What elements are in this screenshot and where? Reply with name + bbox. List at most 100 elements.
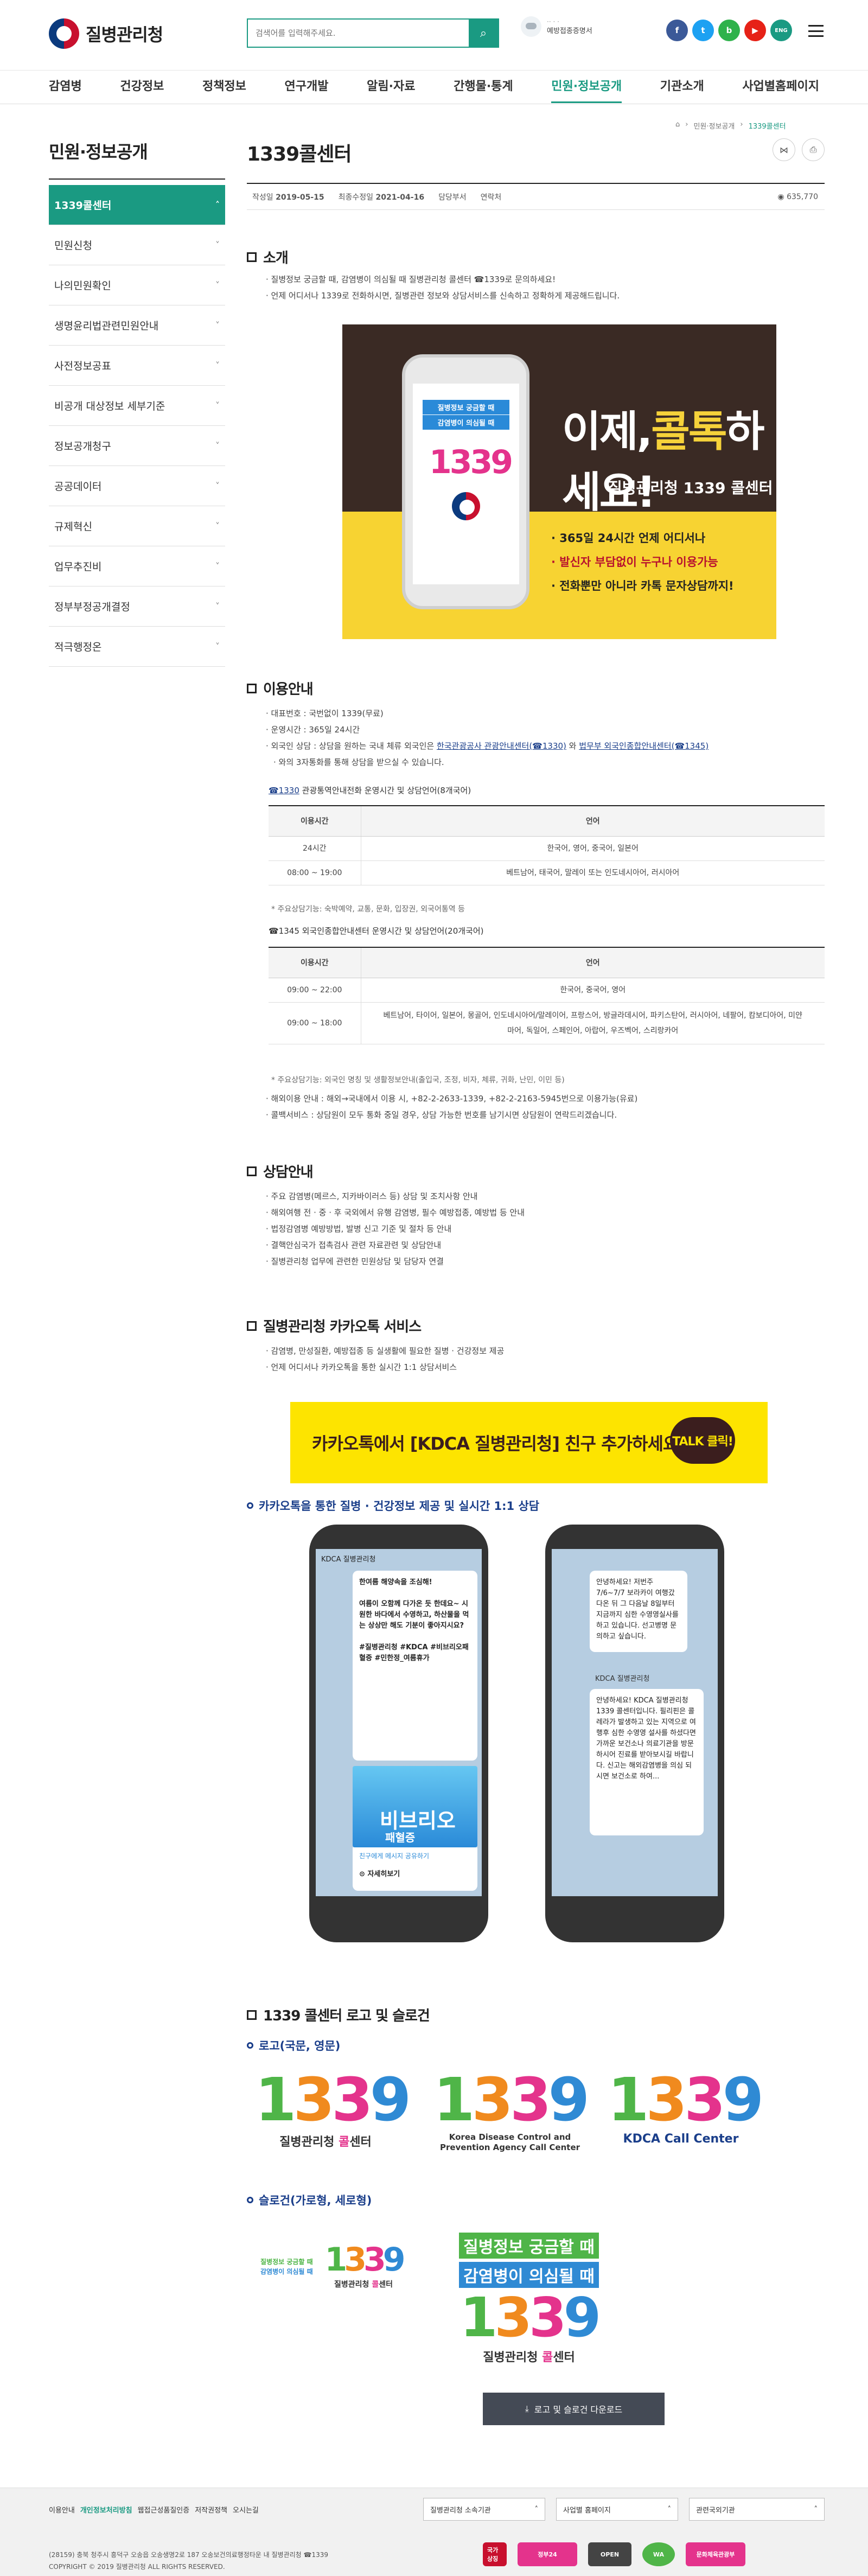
promo-subtitle: 질병관리청 1339 콜센터 xyxy=(608,479,773,497)
youtube-icon[interactable]: ▶ xyxy=(744,20,766,41)
talk-bubble-icon: TALK 클릭! xyxy=(670,1417,735,1464)
logo-kr: 1339 질병관리청 콜센터 xyxy=(255,2065,411,2149)
search-input[interactable] xyxy=(248,20,469,47)
chevron-up-icon: ˄ xyxy=(215,200,220,210)
logo-en: 1339 Korea Disease Control and Prevention… xyxy=(433,2065,590,2152)
twitter-icon[interactable]: t xyxy=(692,20,714,41)
sidebar-item[interactable]: 나의민원확인 ˅ xyxy=(49,265,225,305)
site-logo[interactable]: 질병관리청 xyxy=(49,18,163,49)
slogan-vertical: 질병정보 궁금할 때 감염병이 의심될 때 1339 질병관리청 콜센터 xyxy=(439,2233,618,2365)
link-kto[interactable]: 한국관광공사 관광안내센터(☎1330) xyxy=(437,741,566,751)
list-item: 질병정보 궁금할 때, 감염병이 의심될 때 질병관리청 콜센터 ☎1339로 … xyxy=(266,271,620,288)
footer-select-intl[interactable]: 관련국외기관 ˄ xyxy=(689,2498,825,2521)
view-count: ◉ 635,770 xyxy=(777,192,818,201)
sidebar-title: 민원·정보공개 xyxy=(49,138,225,180)
promo-headline: 이제,콜톡하세요! xyxy=(562,407,764,517)
section-heading: 상담안내 xyxy=(247,1161,314,1181)
print-icon[interactable]: ⎙ xyxy=(802,138,825,161)
section-heading: 이용안내 xyxy=(247,678,314,698)
gnb-item[interactable]: 연구개발 xyxy=(285,71,329,103)
facebook-icon[interactable]: f xyxy=(666,20,688,41)
sidebar-item[interactable]: 정보공개청구 ˅ xyxy=(49,426,225,466)
table-1345: 이용시간 언어 09:00 ~ 22:00 한국어, 중국어, 영어 09:00 ~… xyxy=(269,947,825,1044)
table-caption: ☎1345 외국인종합안내센터 운영시간 및 상담언어(20개국어) xyxy=(269,926,484,936)
home-icon[interactable]: ⌂ xyxy=(675,120,680,131)
gnb-item[interactable]: 알림·자료 xyxy=(367,71,415,103)
gnb-item[interactable]: 사업별홈페이지 xyxy=(742,71,819,103)
eng-button[interactable]: ENG xyxy=(770,20,792,41)
footer-address: (28159) 충북 청주시 흥덕구 오송읍 오송생명2로 187 오송보건의료… xyxy=(49,2551,328,2571)
sidebar-item[interactable]: 업무추진비 ˅ xyxy=(49,546,225,586)
phone-mockup-left: KDCA 질병관리청 한여름 해양속을 조심해! 여름이 오함께 다가온 듯 한… xyxy=(309,1525,488,1942)
table-row: 09:00 ~ 18:00 베트남어, 타이어, 일본어, 몽골어, 인도네시아어… xyxy=(269,1002,825,1044)
promo-banner: 질병정보 궁금할 때 감염병이 의심될 때 1339 이제,콜톡하세요! 질병관… xyxy=(342,324,776,639)
breadcrumb: ⌂ › 민원·정보공개 › 1339콜센터 xyxy=(675,120,786,131)
chevron-up-icon: ˄ xyxy=(534,2505,539,2514)
detail-button[interactable]: ⊙ 자세히보기 xyxy=(359,1869,471,1880)
sub-heading: 카카오톡을 통한 질병 · 건강정보 제공 및 실시간 1:1 상담 xyxy=(247,1497,539,1514)
share-icon[interactable]: ⋈ xyxy=(773,138,795,161)
site-footer: 이용안내 개인정보처리방침 웹접근성품질인증 저작권정책 오시는길 질병관리청 … xyxy=(0,2488,868,2576)
gnb-item[interactable]: 정책정보 xyxy=(202,71,246,103)
menu-icon[interactable] xyxy=(808,25,824,37)
share-link[interactable]: 친구에게 메시지 공유하기 xyxy=(359,1851,471,1861)
sidebar-item[interactable]: 정부부정공개결정 ˅ xyxy=(49,586,225,627)
chevron-down-icon: ˅ xyxy=(215,320,220,330)
sidebar-item[interactable]: 규제혁신 ˅ xyxy=(49,506,225,546)
weather-widget[interactable]: ·· · · 예방접종증명서 xyxy=(521,16,592,37)
kakao-add-friend-banner[interactable]: 카카오톡에서 [KDCA 질병관리청] 친구 추가하세요! TALK 클릭! xyxy=(290,1402,768,1483)
sidebar-item[interactable]: 비공개 대상정보 세부기준 ˅ xyxy=(49,386,225,426)
sidebar-item[interactable]: 생명윤리법관련민원안내 ˅ xyxy=(49,305,225,346)
chevron-up-icon: ˄ xyxy=(667,2505,672,2514)
sidebar-item[interactable]: 공공데이터 ˅ xyxy=(49,466,225,506)
weather-link: 예방접종증명서 xyxy=(547,27,592,35)
chat-name: KDCA 질병관리청 xyxy=(321,1555,376,1564)
national-symbol-icon: 국가상징 xyxy=(483,2542,507,2566)
search-box: ⌕ xyxy=(247,18,499,48)
gnb-item[interactable]: 기관소개 xyxy=(660,71,704,103)
gnb-item[interactable]: 간행물·통계 xyxy=(454,71,513,103)
sidebar-item[interactable]: 민원신청 ˅ xyxy=(49,225,225,265)
eye-icon: ◉ xyxy=(777,192,784,201)
section-heading: 소개 xyxy=(247,247,289,267)
global-nav: 감염병 건강정보 정책정보 연구개발 알림·자료 간행물·통계 민원·정보공개 … xyxy=(49,71,819,103)
chevron-down-icon: ˅ xyxy=(215,641,220,652)
content-area: 1339콜센터 ⋈ ⎙ 작성일 2019-05-15 최종수정일 2021-04… xyxy=(247,138,825,210)
chevron-down-icon: ˅ xyxy=(215,521,220,531)
breadcrumb-item[interactable]: 민원·정보공개 xyxy=(693,120,735,131)
gov24-mark: 정부24 xyxy=(518,2542,577,2566)
consult-list: 주요 감염병(메르스, 지카바이러스 등) 상담 및 조치사항 안내 해외여행 … xyxy=(266,1188,525,1270)
blog-icon[interactable]: b xyxy=(718,20,740,41)
link-moj[interactable]: 법무부 외국인종합안내센터(☎1345) xyxy=(579,741,709,751)
chevron-up-icon: ˄ xyxy=(814,2505,818,2514)
table-note: * 주요상담기능: 외국인 명칭 및 생활정보안내(출입국, 조정, 비자, 체… xyxy=(271,1076,565,1085)
footer-select-sites[interactable]: 사업별 홈페이지 ˄ xyxy=(556,2498,678,2521)
post-meta: 작성일 2019-05-15 최종수정일 2021-04-16 담당부서 연락처… xyxy=(247,183,825,210)
chevron-down-icon: ˅ xyxy=(215,240,220,250)
sidebar-item[interactable]: 사전정보공표 ˅ xyxy=(49,346,225,386)
table-row: 24시간 한국어, 영어, 중국어, 일본어 xyxy=(269,836,825,861)
footer-select-agencies[interactable]: 질병관리청 소속기관 ˄ xyxy=(423,2498,545,2521)
open-mark: OPEN xyxy=(588,2542,631,2566)
search-button[interactable]: ⌕ xyxy=(469,20,498,47)
cloud-icon xyxy=(521,16,541,37)
breadcrumb-current: 1339콜센터 xyxy=(748,123,786,131)
gnb-item-active[interactable]: 민원·정보공개 xyxy=(551,71,622,103)
download-button[interactable]: ⤓ 로고 및 슬로건 다운로드 xyxy=(483,2393,665,2425)
chevron-down-icon: ˅ xyxy=(215,601,220,611)
gnb-item[interactable]: 감염병 xyxy=(49,71,82,103)
certification-marks: 국가상징 정부24 OPEN WA 문화체육관광부 xyxy=(483,2542,745,2566)
logo-kdca: 1339 KDCA Call Center xyxy=(608,2065,764,2146)
search-icon: ⌕ xyxy=(480,26,487,40)
culture-ministry-mark: 문화체육관광부 xyxy=(686,2542,745,2566)
gnb-item[interactable]: 건강정보 xyxy=(120,71,164,103)
sub-heading: 슬로건(가로형, 세로형) xyxy=(247,2192,372,2208)
usage-list-2: 해외이용 안내 : 해외→국내에서 이용 시, +82-2-2633-1339,… xyxy=(266,1091,638,1123)
vibrio-banner-image: 비브리오 패혈증 xyxy=(353,1766,477,1847)
sidebar-item-active[interactable]: 1339콜센터 ˄ xyxy=(49,185,225,225)
promo-lines: · 365일 24시간 언제 어디서나 · 발신자 부담없이 누구나 이용가능 … xyxy=(551,532,734,592)
chevron-down-icon: ˅ xyxy=(215,400,220,411)
table-caption: ☎1330 관광통역안내전화 운영시간 및 상담언어(8개국어) xyxy=(269,786,471,795)
table-row: 09:00 ~ 22:00 한국어, 중국어, 영어 xyxy=(269,978,825,1003)
sidebar-item[interactable]: 적극행정온 ˅ xyxy=(49,627,225,667)
